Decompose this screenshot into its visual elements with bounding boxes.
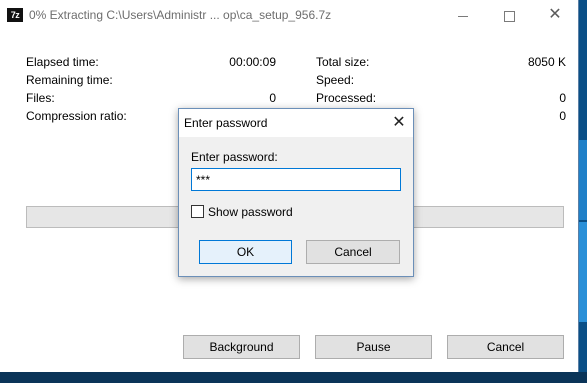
pause-button[interactable]: Pause	[315, 335, 432, 359]
elapsed-time-value: 00:00:09	[229, 55, 276, 69]
processed-label: Processed:	[316, 91, 377, 105]
background-button[interactable]: Background	[183, 335, 300, 359]
desktop-window-pane	[579, 140, 587, 220]
password-input[interactable]	[191, 168, 401, 191]
compression-ratio-label: Compression ratio:	[26, 109, 127, 123]
processed-value: 0	[559, 91, 566, 105]
speed-label: Speed:	[316, 73, 355, 87]
maximize-icon	[503, 10, 515, 22]
dialog-title-bar[interactable]: Enter password ✕	[179, 109, 413, 137]
total-size-value: 8050 K	[527, 55, 566, 69]
ok-button[interactable]: OK	[199, 240, 292, 264]
dialog-close-button[interactable]: ✕	[387, 111, 411, 135]
title-bar[interactable]: 7z 0% Extracting C:\Users\Administr ... …	[0, 0, 578, 30]
dialog-title: Enter password	[184, 116, 268, 130]
show-password-checkbox[interactable]	[191, 205, 204, 218]
show-password-label[interactable]: Show password	[208, 205, 293, 219]
dialog-cancel-button[interactable]: Cancel	[306, 240, 400, 264]
cancel-button[interactable]: Cancel	[447, 335, 564, 359]
elapsed-time-label: Elapsed time:	[26, 55, 99, 69]
password-field-label: Enter password:	[191, 150, 278, 164]
remaining-time-label: Remaining time:	[26, 73, 113, 87]
desktop-background-strip	[579, 0, 587, 383]
close-icon: ✕	[548, 6, 562, 23]
total-size-label: Total size:	[316, 55, 370, 69]
minimize-button[interactable]	[440, 0, 486, 30]
files-label: Files:	[26, 91, 55, 105]
enter-password-dialog: Enter password ✕ Enter password: Show pa…	[178, 108, 414, 277]
7zip-app-icon: 7z	[7, 8, 23, 22]
desktop-window-pane	[579, 222, 587, 322]
desktop-background-bottom	[0, 372, 587, 383]
minimize-icon	[458, 15, 468, 17]
packed-size-value: 0	[559, 109, 566, 123]
window-title: 0% Extracting C:\Users\Administr ... op\…	[29, 8, 332, 22]
close-icon: ✕	[392, 114, 406, 131]
files-value: 0	[269, 91, 276, 105]
close-button[interactable]: ✕	[532, 0, 578, 30]
maximize-button[interactable]	[486, 0, 532, 30]
